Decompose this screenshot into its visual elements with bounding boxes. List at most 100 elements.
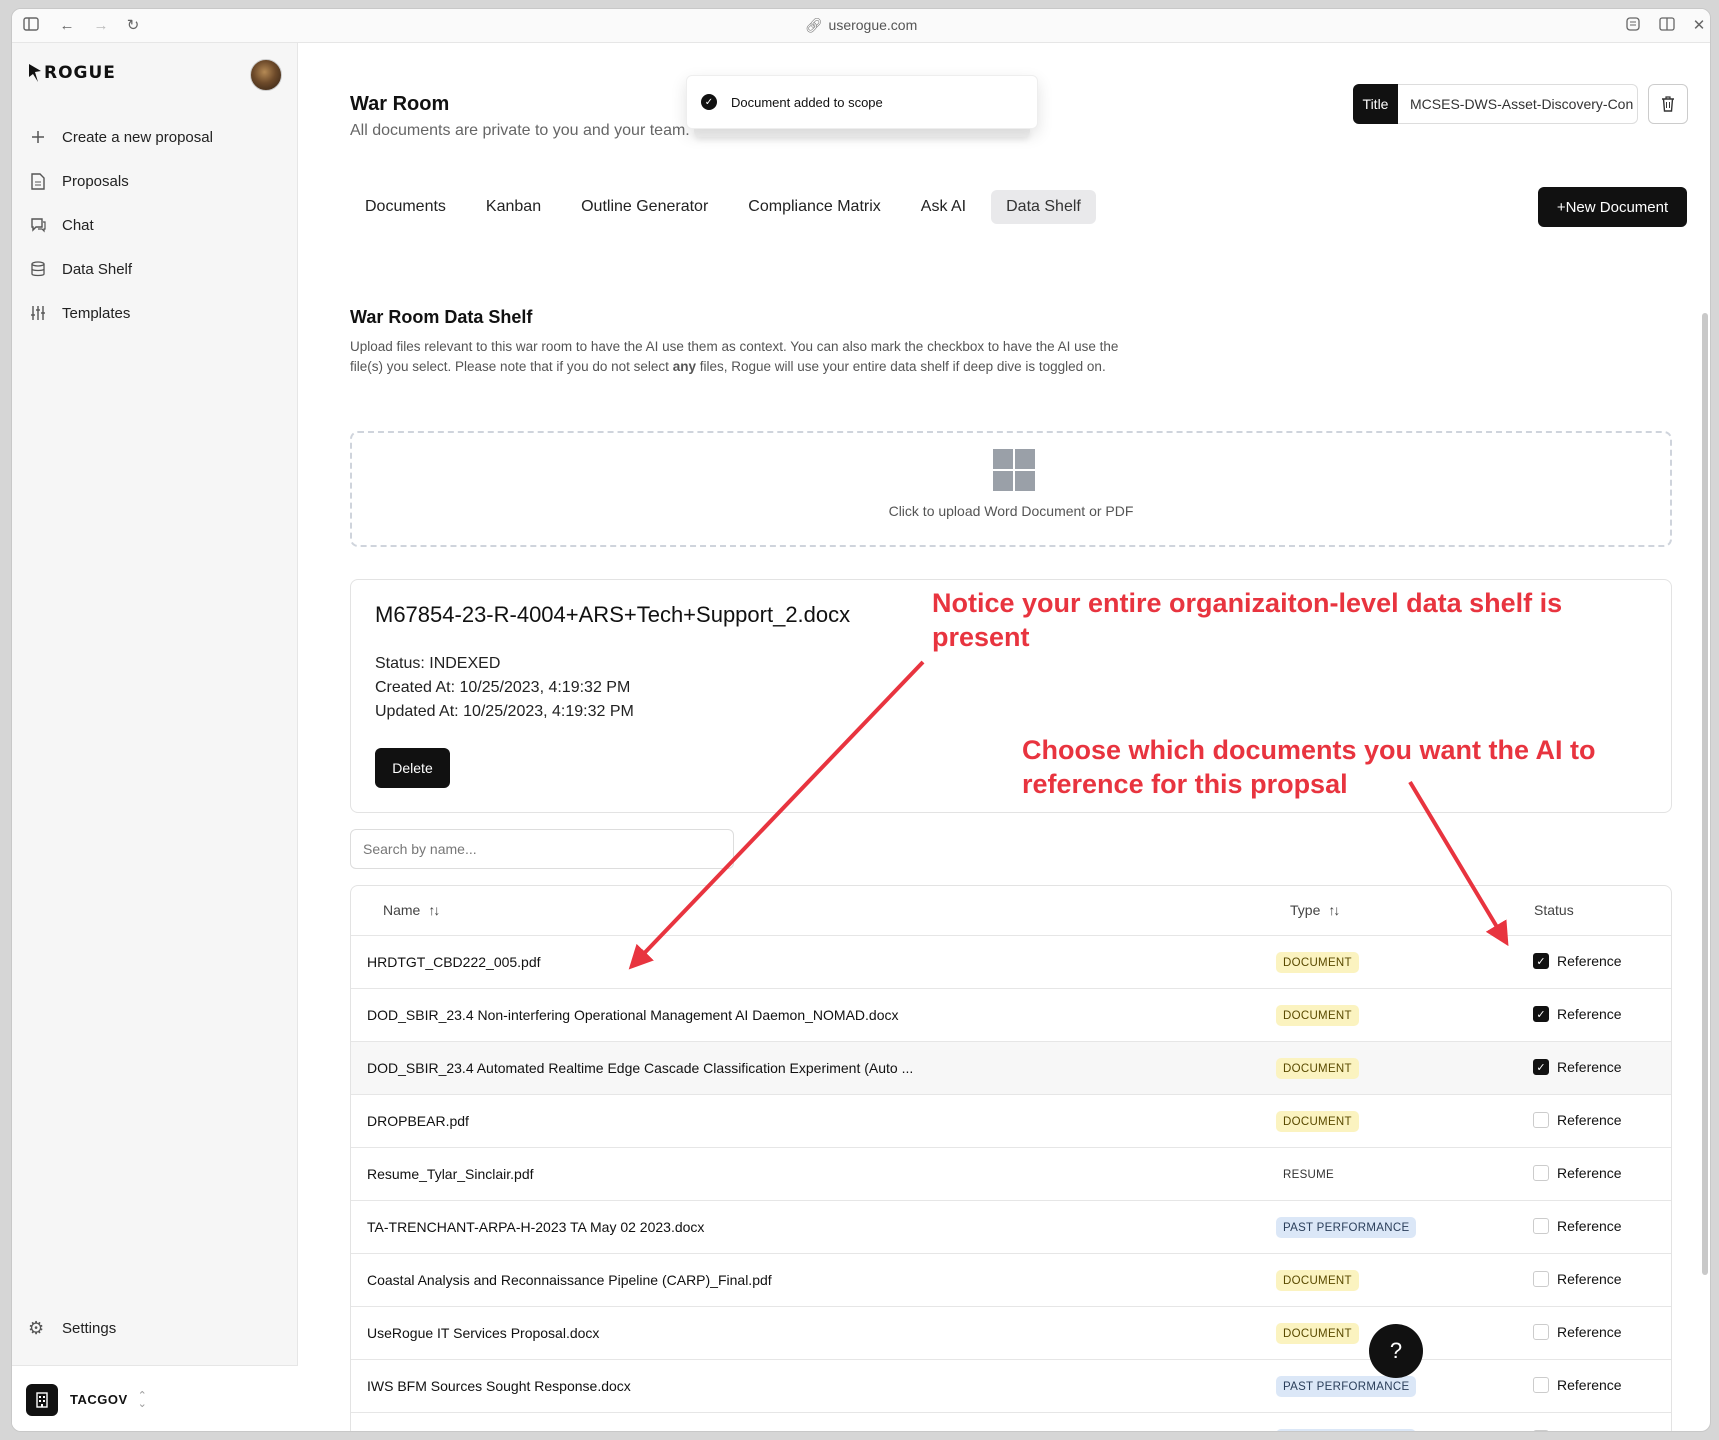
tab-compliance-matrix[interactable]: Compliance Matrix xyxy=(733,190,895,224)
search-input[interactable]: Search by name... xyxy=(350,829,734,869)
tab-data-shelf[interactable]: Data Shelf xyxy=(991,190,1096,224)
org-switcher[interactable]: TACGOV ⌃ ⌄ xyxy=(12,1365,298,1431)
tab-bar: Documents Kanban Outline Generator Compl… xyxy=(350,190,1106,224)
reference-toggle[interactable]: Reference xyxy=(1533,1324,1622,1340)
chevron-up-down-icon: ⌃ ⌄ xyxy=(137,1389,147,1410)
sidebar-item-data-shelf[interactable]: Data Shelf xyxy=(26,247,284,291)
page-subtitle: All documents are private to you and you… xyxy=(350,122,690,139)
column-status-header: Status xyxy=(1534,902,1574,918)
table-row[interactable]: HRDTGT_CBD222_005.pdf DOCUMENT ✓ Reference xyxy=(351,936,1671,989)
reference-checkbox[interactable]: ✓ xyxy=(1533,953,1549,969)
title-input[interactable]: MCSES-DWS-Asset-Discovery-Con xyxy=(1398,84,1638,124)
reference-checkbox[interactable]: ✓ xyxy=(1533,1006,1549,1022)
type-badge: DOCUMENT xyxy=(1276,1270,1359,1291)
row-filename[interactable]: Coastal Analysis and Reconnaissance Pipe… xyxy=(367,1272,772,1288)
row-filename[interactable]: TA-TRENCHANT-ARPA-H-2023 TA May 02 2023.… xyxy=(367,1219,704,1235)
row-filename[interactable]: Resume_Tylar_Sinclair.pdf xyxy=(367,1166,534,1182)
type-badge: PAST PERFORMANCE xyxy=(1276,1217,1417,1238)
settings-label: Settings xyxy=(62,1319,117,1337)
close-icon[interactable]: ✕ xyxy=(1690,17,1708,35)
documents-table: Name ↑↓ Type ↑↓ Status HRDTGT_CBD222_005.p… xyxy=(350,885,1672,1432)
reference-toggle[interactable]: Reference xyxy=(1533,1218,1622,1234)
sort-icon: ↑↓ xyxy=(428,902,440,918)
row-filename[interactable]: DOD_SBIR_23.4 Automated Realtime Edge Ca… xyxy=(367,1060,913,1076)
sort-icon: ↑↓ xyxy=(1328,902,1340,918)
annotation-text: Choose which documents you want the AI t… xyxy=(1022,735,1596,765)
split-view-icon[interactable] xyxy=(1658,17,1676,35)
table-row[interactable]: IWS BFM Sources Sought Response.docx PAST… xyxy=(351,1360,1671,1413)
column-name-header[interactable]: Name ↑↓ xyxy=(383,902,440,918)
reference-toggle[interactable]: Reference xyxy=(1533,1430,1622,1431)
tab-ask-ai[interactable]: Ask AI xyxy=(906,190,981,224)
reference-checkbox[interactable] xyxy=(1533,1377,1549,1393)
reference-toggle[interactable]: ✓ Reference xyxy=(1533,953,1622,969)
toast-stack-shadow xyxy=(694,129,1030,137)
table-row[interactable]: UseRogue IT Services Proposal.docx DOCUME… xyxy=(351,1307,1671,1360)
column-label: Status xyxy=(1534,902,1574,918)
reference-label: Reference xyxy=(1557,1430,1622,1431)
tab-documents[interactable]: Documents xyxy=(350,190,461,224)
reference-checkbox[interactable] xyxy=(1533,1271,1549,1287)
reference-label: Reference xyxy=(1557,1165,1622,1181)
reference-toggle[interactable]: ✓ Reference xyxy=(1533,1059,1622,1075)
reference-checkbox[interactable]: ✓ xyxy=(1533,1059,1549,1075)
detail-filename: M67854-23-R-4004+ARS+Tech+Support_2.docx xyxy=(375,602,851,627)
detail-updated: Updated At: 10/25/2023, 4:19:32 PM xyxy=(375,703,634,720)
reference-toggle[interactable]: Reference xyxy=(1533,1271,1622,1287)
table-row[interactable]: DOD_SBIR_23.4 Non-interfering Operationa… xyxy=(351,989,1671,1042)
annotation-text: Notice your entire organizaiton-level da… xyxy=(932,588,1563,618)
user-avatar[interactable] xyxy=(250,59,282,91)
row-filename[interactable]: DOD_SBIR_23.4 Non-interfering Operationa… xyxy=(367,1007,898,1023)
reference-checkbox[interactable] xyxy=(1533,1165,1549,1181)
sidebar-item-label: Chat xyxy=(62,216,94,234)
help-button[interactable]: ? xyxy=(1369,1324,1423,1378)
row-filename[interactable]: ONR Code 34 IT Services.docx xyxy=(367,1431,562,1432)
toast-message: Document added to scope xyxy=(731,94,883,110)
row-filename[interactable]: DROPBEAR.pdf xyxy=(367,1113,469,1129)
reference-checkbox[interactable] xyxy=(1533,1218,1549,1234)
reference-toggle[interactable]: Reference xyxy=(1533,1377,1622,1393)
plus-icon xyxy=(28,127,48,147)
delete-button[interactable]: Delete xyxy=(375,748,450,788)
detail-created: Created At: 10/25/2023, 4:19:32 PM xyxy=(375,679,631,696)
row-filename[interactable]: IWS BFM Sources Sought Response.docx xyxy=(367,1378,631,1394)
desc-text: files, Rogue will use your entire data s… xyxy=(695,359,1106,374)
table-header: Name ↑↓ Type ↑↓ Status xyxy=(351,886,1671,936)
sidebar-item-create-proposal[interactable]: Create a new proposal xyxy=(26,115,284,159)
type-badge: DOCUMENT xyxy=(1276,1005,1359,1026)
reference-toggle[interactable]: Reference xyxy=(1533,1112,1622,1128)
table-row[interactable]: Resume_Tylar_Sinclair.pdf RESUME Reference xyxy=(351,1148,1671,1201)
reference-label: Reference xyxy=(1557,1218,1622,1234)
sidebar-item-settings[interactable]: ⚙ Settings xyxy=(28,1313,116,1343)
reference-checkbox[interactable] xyxy=(1533,1324,1549,1340)
reference-checkbox[interactable] xyxy=(1533,1112,1549,1128)
new-document-button[interactable]: +New Document xyxy=(1538,187,1687,227)
reference-checkbox[interactable] xyxy=(1533,1430,1549,1431)
table-row[interactable]: DROPBEAR.pdf DOCUMENT Reference xyxy=(351,1095,1671,1148)
reader-icon[interactable] xyxy=(1624,17,1642,35)
file-icon xyxy=(28,171,48,191)
type-badge: PAST PERFORMANCE xyxy=(1276,1376,1417,1397)
reference-toggle[interactable]: ✓ Reference xyxy=(1533,1006,1622,1022)
sidebar-item-proposals[interactable]: Proposals xyxy=(26,159,284,203)
reference-toggle[interactable]: Reference xyxy=(1533,1165,1622,1181)
sidebar-item-templates[interactable]: Templates xyxy=(26,291,284,335)
row-filename[interactable]: HRDTGT_CBD222_005.pdf xyxy=(367,954,541,970)
sidebar-item-chat[interactable]: Chat xyxy=(26,203,284,247)
detail-status: Status: INDEXED xyxy=(375,655,501,672)
row-filename[interactable]: UseRogue IT Services Proposal.docx xyxy=(367,1325,599,1341)
scrollbar[interactable] xyxy=(1702,313,1708,1275)
tab-outline-generator[interactable]: Outline Generator xyxy=(566,190,723,224)
table-row[interactable]: DOD_SBIR_23.4 Automated Realtime Edge Ca… xyxy=(351,1042,1671,1095)
column-type-header[interactable]: Type ↑↓ xyxy=(1290,902,1340,918)
table-row[interactable]: Coastal Analysis and Reconnaissance Pipe… xyxy=(351,1254,1671,1307)
address-bar[interactable]: 🔗︎ userogue.com xyxy=(12,17,1710,34)
delete-war-room-button[interactable] xyxy=(1648,84,1688,124)
rogue-logo[interactable]: ROGUE xyxy=(28,63,116,83)
table-row[interactable]: TA-TRENCHANT-ARPA-H-2023 TA May 02 2023.… xyxy=(351,1201,1671,1254)
upload-dropzone[interactable]: Click to upload Word Document or PDF xyxy=(350,431,1672,547)
tab-kanban[interactable]: Kanban xyxy=(471,190,556,224)
type-badge: DOCUMENT xyxy=(1276,1111,1359,1132)
reference-label: Reference xyxy=(1557,1006,1622,1022)
table-row[interactable]: ONR Code 34 IT Services.docx PAST PERFORM… xyxy=(351,1413,1671,1432)
